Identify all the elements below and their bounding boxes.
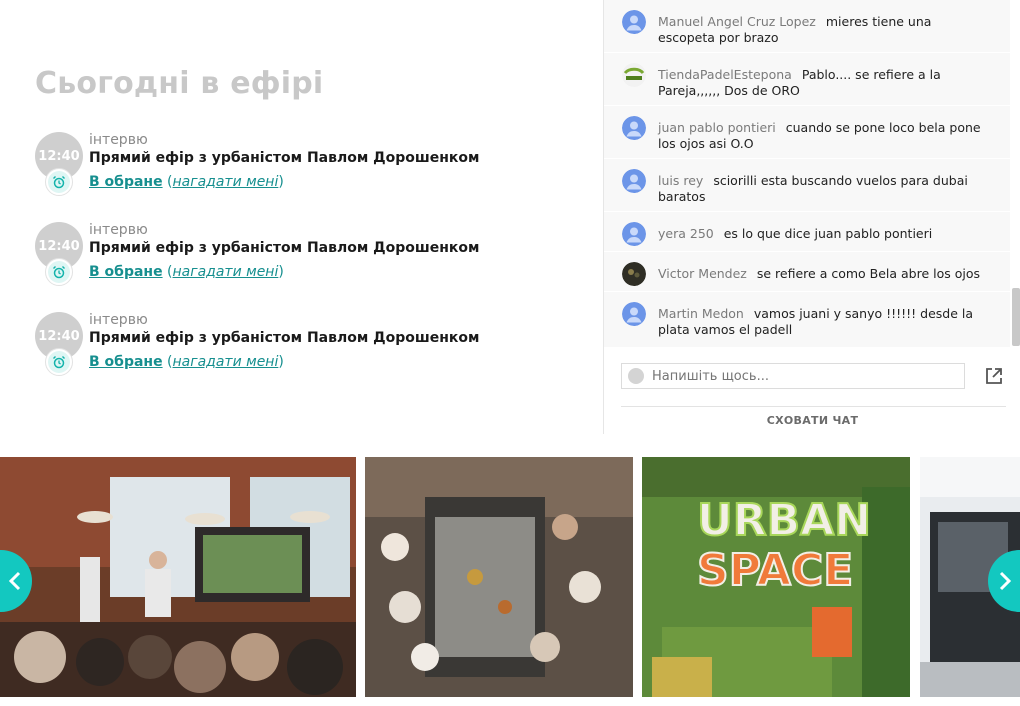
photo-presentation-audience[interactable] [0, 457, 356, 697]
event-title: Прямий ефір з урбаністом Павлом Дорошенк… [89, 240, 480, 256]
chat-author[interactable]: yera 250 [658, 226, 714, 241]
chat-message-list[interactable]: Manuel Angel Cruz Lopez mieres tiene una … [604, 0, 1010, 348]
chat-author[interactable]: Victor Mendez [658, 266, 747, 281]
paren-open: ( [162, 174, 173, 190]
default-user-icon [622, 116, 646, 140]
chat-author[interactable]: Martin Medon [658, 306, 744, 321]
popout-icon[interactable] [984, 366, 1004, 386]
spade-logo-avatar [622, 63, 646, 87]
remind-me-link[interactable]: нагадати мені [173, 354, 279, 370]
emoji-icon[interactable] [628, 368, 644, 384]
default-user-icon [622, 222, 646, 246]
photo-kitchen-cooks[interactable] [365, 457, 633, 697]
chat-message: luis rey sciorilli esta buscando vuelos p… [604, 159, 1010, 212]
event-category: інтервю [89, 222, 148, 238]
chat-message: TiendaPadelEstepona Pablo.... se refiere … [604, 53, 1010, 106]
live-chat-panel: Manuel Angel Cruz Lopez mieres tiene una … [603, 0, 1020, 434]
chat-text: sciorilli esta buscando vuelos para duba… [658, 173, 968, 204]
hide-chat-button[interactable]: СХОВАТИ ЧАТ [604, 414, 1020, 427]
photo-urban-space-mural[interactable]: URBAN SPACE [642, 457, 910, 697]
paren-open: ( [162, 264, 173, 280]
add-to-favorites-link[interactable]: В обране [89, 174, 163, 190]
add-to-favorites-link[interactable]: В обране [89, 264, 163, 280]
default-user-icon [622, 302, 646, 326]
default-user-icon [622, 10, 646, 34]
chat-message: Martin Medon vamos juani y sanyo !!!!!! d… [604, 292, 1010, 348]
schedule-item: 12:40 інтервю Прямий ефір з урбаністом П… [35, 312, 595, 392]
chevron-right-icon [999, 571, 1012, 591]
event-title: Прямий ефір з урбаністом Павлом Дорошенк… [89, 150, 480, 166]
event-category: інтервю [89, 312, 148, 328]
event-actions: В обране (нагадати мені) [89, 354, 284, 370]
chevron-left-icon [8, 571, 21, 591]
paren-open: ( [162, 354, 173, 370]
paren-close: ) [278, 174, 284, 190]
chat-input-box[interactable] [621, 363, 965, 389]
remind-me-link[interactable]: нагадати мені [173, 174, 279, 190]
alarm-clock-icon[interactable] [45, 258, 73, 286]
chat-author[interactable]: Manuel Angel Cruz Lopez [658, 14, 816, 29]
paren-close: ) [278, 354, 284, 370]
svg-text:URBAN: URBAN [697, 495, 871, 546]
chat-message: juan pablo pontieri cuando se pone loco b… [604, 106, 1010, 159]
chat-message: Victor Mendez se refiere a como Bela abre… [604, 252, 1010, 292]
svg-text:SPACE: SPACE [697, 545, 853, 596]
chat-message: yera 250 es lo que dice juan pablo pontie… [604, 212, 1010, 252]
remind-me-link[interactable]: нагадати мені [173, 264, 279, 280]
paren-close: ) [278, 264, 284, 280]
event-title: Прямий ефір з урбаністом Павлом Дорошенк… [89, 330, 480, 346]
alarm-clock-icon[interactable] [45, 348, 73, 376]
chat-author[interactable]: TiendaPadelEstepona [658, 67, 792, 82]
divider [621, 406, 1006, 407]
chat-text: es lo que dice juan pablo pontieri [723, 226, 933, 241]
schedule-item: 12:40 інтервю Прямий ефір з урбаністом П… [35, 132, 595, 212]
chat-author[interactable]: luis rey [658, 173, 703, 188]
chat-message: Manuel Angel Cruz Lopez mieres tiene una … [604, 0, 1010, 53]
chat-message-input[interactable] [652, 367, 952, 385]
event-actions: В обране (нагадати мені) [89, 264, 284, 280]
alarm-clock-icon[interactable] [45, 168, 73, 196]
default-user-icon [622, 169, 646, 193]
event-category: інтервю [89, 132, 148, 148]
schedule-item: 12:40 інтервю Прямий ефір з урбаністом П… [35, 222, 595, 302]
chat-text: se refiere a como Bela abre los ojos [756, 266, 981, 281]
chat-author[interactable]: juan pablo pontieri [658, 120, 776, 135]
photo-avatar [622, 262, 646, 286]
chat-scrollbar[interactable] [1012, 288, 1020, 346]
add-to-favorites-link[interactable]: В обране [89, 354, 163, 370]
photo-gallery: URBAN SPACE [0, 457, 1020, 697]
page-title: Сьогодні в ефірі [35, 66, 324, 101]
event-actions: В обране (нагадати мені) [89, 174, 284, 190]
